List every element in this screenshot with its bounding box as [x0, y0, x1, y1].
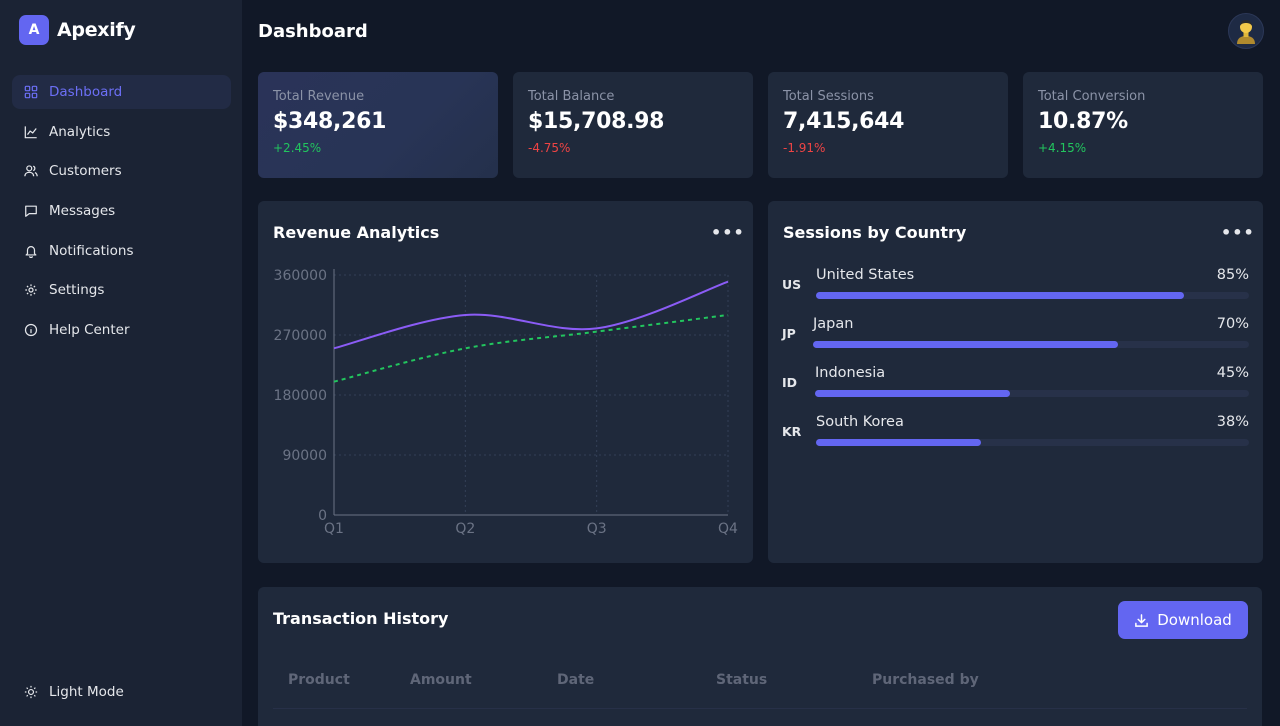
stat-value: $15,708.98 [528, 109, 665, 134]
sidebar-item-label: Notifications [49, 242, 134, 259]
stat-value: $348,261 [273, 109, 387, 134]
progress-track [815, 390, 1249, 397]
y-tick-label: 180000 [274, 388, 327, 404]
brand[interactable]: A Apexify [19, 15, 136, 45]
progress-fill [816, 292, 1185, 299]
country-row-id: ID Indonesia 45% [782, 365, 1249, 405]
stat-value: 7,415,644 [783, 109, 905, 134]
info-icon [24, 323, 38, 337]
avatar[interactable] [1228, 13, 1264, 49]
light-mode-toggle[interactable]: Light Mode [24, 684, 124, 700]
page-title: Dashboard [258, 21, 368, 42]
progress-fill [815, 390, 1011, 397]
stat-card-total-conversion: Total Conversion 10.87% +4.15% [1023, 72, 1263, 178]
country-name: South Korea [816, 414, 904, 430]
stat-card-total-revenue: Total Revenue $348,261 +2.45% [258, 72, 498, 178]
sidebar-item-settings[interactable]: Settings [12, 273, 231, 307]
bell-icon [25, 245, 37, 258]
message-icon [25, 205, 37, 217]
x-tick-label: Q3 [587, 521, 607, 537]
progress-track [813, 341, 1249, 348]
x-tick-label: Q1 [324, 521, 344, 537]
y-tick-label: 90000 [282, 448, 327, 464]
download-label: Download [1157, 611, 1232, 629]
stat-card-total-sessions: Total Sessions 7,415,644 -1.91% [768, 72, 1008, 178]
grid-icon [24, 85, 38, 99]
stat-label: Total Conversion [1038, 89, 1146, 104]
stat-change: -1.91% [783, 141, 826, 155]
sidebar-item-dashboard[interactable]: Dashboard [12, 75, 231, 109]
more-options-button[interactable]: ••• [1221, 223, 1255, 242]
sun-icon [24, 685, 38, 699]
stat-value: 10.87% [1038, 109, 1128, 134]
country-percent: 38% [1216, 414, 1249, 430]
download-icon [1135, 613, 1149, 627]
stat-change: +4.15% [1038, 141, 1087, 155]
y-tick-label: 360000 [274, 268, 327, 284]
progress-fill [813, 341, 1119, 348]
user-avatar-icon [1237, 20, 1255, 44]
country-code: US [782, 277, 802, 292]
y-tick-label: 270000 [274, 328, 327, 344]
country-name: United States [816, 267, 915, 283]
series-line-2 [333, 314, 729, 383]
country-row-us: US United States 85% [782, 267, 1249, 307]
country-percent: 70% [1216, 316, 1249, 332]
light-mode-label: Light Mode [49, 684, 124, 700]
sidebar-item-label: Analytics [49, 123, 111, 140]
sidebar-item-label: Customers [49, 163, 122, 180]
country-percent: 45% [1216, 365, 1249, 381]
users-icon [24, 165, 38, 177]
gear-icon [25, 284, 37, 297]
country-name: Indonesia [815, 365, 886, 381]
sidebar-item-label: Help Center [49, 322, 130, 339]
sessions-by-country-panel: Sessions by Country ••• US United States… [768, 201, 1263, 563]
x-tick-label: Q4 [718, 521, 738, 537]
sidebar-item-label: Messages [49, 203, 116, 220]
panel-title: Transaction History [273, 609, 449, 628]
column-header-product[interactable]: Product [288, 672, 350, 688]
country-code: JP [782, 326, 796, 341]
country-percent: 85% [1216, 267, 1249, 283]
revenue-chart: 360000270000180000900000Q1 Q2 Q3 Q4 [274, 268, 739, 537]
brand-name: Apexify [57, 19, 136, 41]
column-header-purchased-by[interactable]: Purchased by [872, 672, 979, 688]
column-header-status[interactable]: Status [716, 672, 767, 688]
download-button[interactable]: Download [1118, 601, 1248, 639]
sidebar-item-help-center[interactable]: Help Center [12, 313, 231, 347]
country-code: KR [782, 424, 802, 439]
revenue-analytics-panel: Revenue Analytics ••• 360000 270000 180000… [258, 201, 753, 563]
stat-change: -4.75% [528, 141, 571, 155]
sidebar-item-messages[interactable]: Messages [12, 194, 231, 228]
sidebar-item-analytics[interactable]: Analytics [12, 115, 231, 149]
column-header-date[interactable]: Date [557, 672, 594, 688]
panel-title: Sessions by Country [783, 223, 967, 242]
country-name: Japan [813, 316, 854, 332]
sidebar-item-label: Settings [49, 282, 105, 299]
stat-label: Total Sessions [783, 89, 874, 104]
sidebar-nav: Dashboard Analytics Customers Messages N… [12, 75, 231, 353]
transaction-history-panel: Transaction History [258, 587, 1262, 726]
table-divider [273, 708, 1247, 709]
column-header-amount[interactable]: Amount [410, 672, 472, 688]
country-row-kr: KR South Korea 38% [782, 414, 1249, 454]
country-code: ID [782, 375, 798, 390]
country-row-jp: JP Japan 70% [782, 316, 1249, 356]
sidebar: A Apexify Dashboard Analytics Customers [0, 0, 242, 726]
stat-label: Total Revenue [273, 89, 365, 104]
sidebar-item-notifications[interactable]: Notifications [12, 234, 231, 268]
progress-fill [816, 439, 981, 446]
stat-card-total-balance: Total Balance $15,708.98 -4.75% [513, 72, 753, 178]
progress-track [816, 439, 1249, 446]
brand-logo: A [19, 15, 49, 45]
stat-label: Total Balance [528, 89, 615, 104]
chart-line-icon [24, 126, 37, 138]
progress-track [816, 292, 1249, 299]
sidebar-item-label: Dashboard [49, 84, 123, 100]
sidebar-item-customers[interactable]: Customers [12, 154, 231, 188]
x-tick-label: Q2 [455, 521, 475, 537]
stat-change: +2.45% [273, 141, 322, 155]
